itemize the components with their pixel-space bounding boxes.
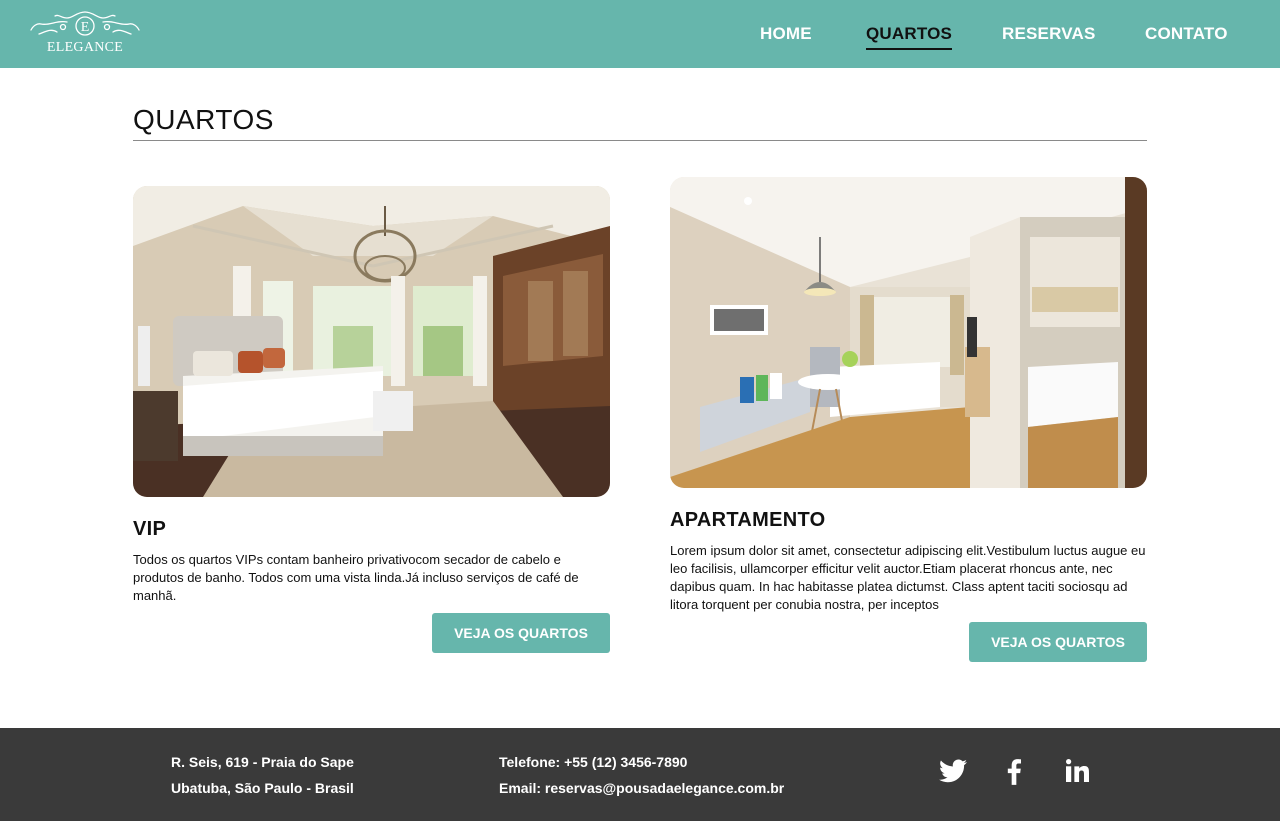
apartment-photo-icon	[670, 177, 1147, 488]
linkedin-icon[interactable]	[1066, 759, 1089, 787]
room-title-vip: VIP	[133, 518, 167, 540]
facebook-icon[interactable]	[1007, 759, 1021, 790]
footer-email[interactable]: Email: reservas@pousadaelegance.com.br	[499, 780, 784, 796]
footer-phone: Telefone: +55 (12) 3456-7890	[499, 754, 688, 770]
footer-address-line2: Ubatuba, São Paulo - Brasil	[171, 780, 354, 796]
room-image-apartamento[interactable]	[670, 177, 1147, 488]
title-divider	[133, 140, 1147, 141]
nav-contato[interactable]: CONTATO	[1145, 24, 1228, 44]
main-nav: HOME QUARTOS RESERVAS CONTATO	[0, 0, 1280, 68]
room-description-apartamento: Lorem ipsum dolor sit amet, consectetur …	[670, 543, 1146, 612]
room-title-apartamento: APARTAMENTO	[670, 509, 826, 531]
site-footer: R. Seis, 619 - Praia do Sape Ubatuba, Sã…	[0, 728, 1280, 821]
page-title: QUARTOS	[133, 104, 274, 135]
twitter-icon[interactable]	[939, 759, 967, 788]
nav-home[interactable]: HOME	[760, 24, 812, 44]
footer-address-line1: R. Seis, 619 - Praia do Sape	[171, 754, 354, 770]
view-rooms-button-apartamento[interactable]: VEJA OS QUARTOS	[969, 622, 1147, 662]
nav-quartos[interactable]: QUARTOS	[866, 24, 953, 50]
nav-reservas[interactable]: RESERVAS	[1002, 24, 1096, 44]
view-rooms-button-vip[interactable]: VEJA OS QUARTOS	[432, 613, 610, 653]
bedroom-photo-icon	[133, 186, 610, 497]
site-header: E ELEGANCE HOME QUARTOS RESERVAS CONTATO	[0, 0, 1280, 68]
room-image-vip[interactable]	[133, 186, 610, 497]
room-description-vip: Todos os quartos VIPs contam banheiro pr…	[133, 552, 579, 603]
